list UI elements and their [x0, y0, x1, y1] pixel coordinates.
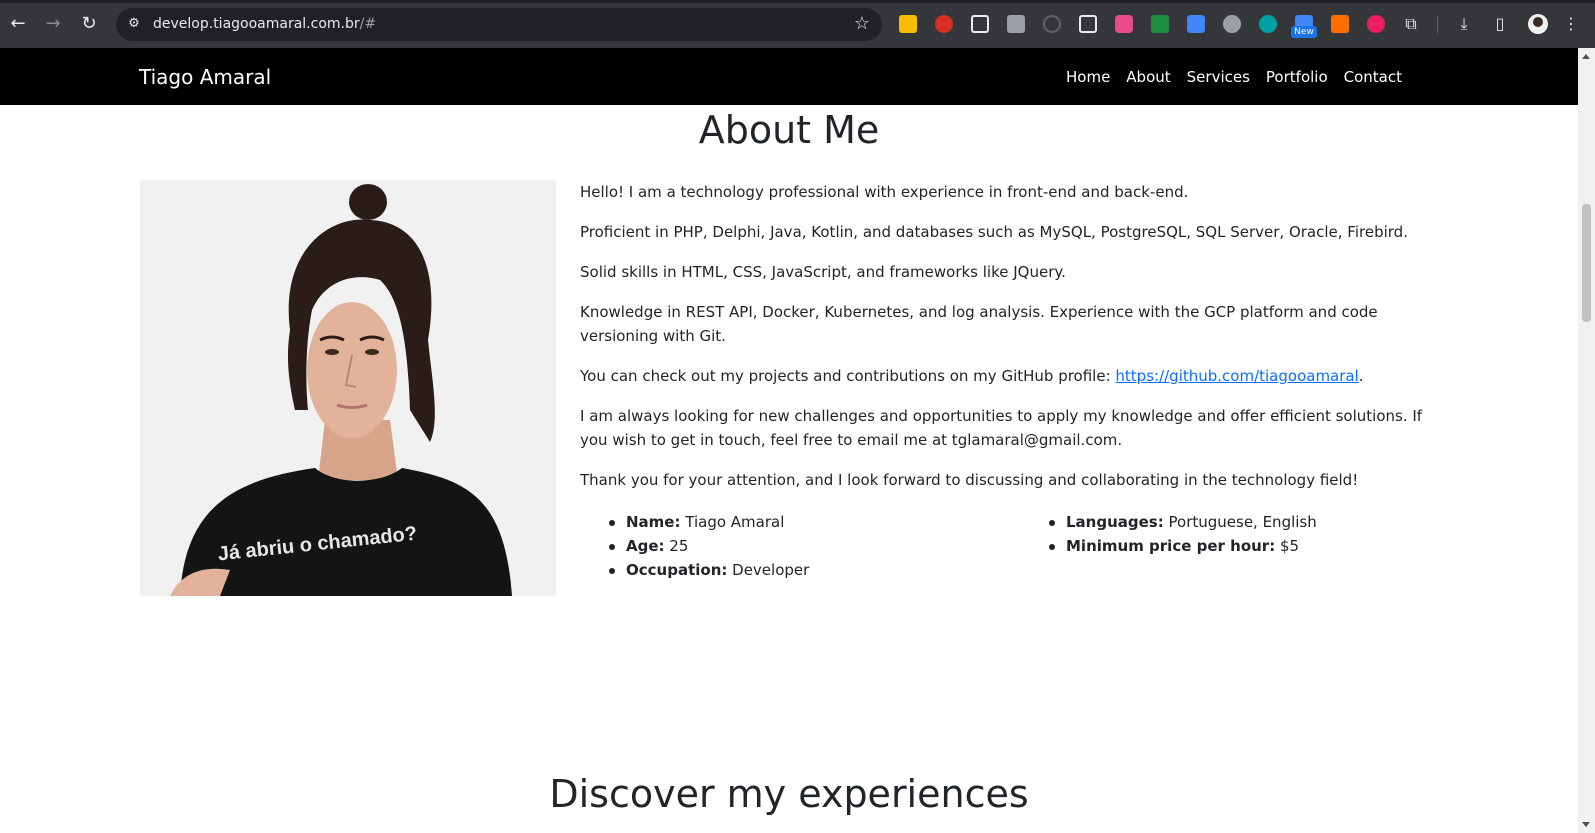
- info-value: Developer: [727, 561, 810, 579]
- list-item: Occupation: Developer: [580, 558, 809, 582]
- url-host: develop.tiagooamaral.com.br: [153, 16, 360, 32]
- site-settings-icon[interactable]: ⚙: [126, 16, 142, 32]
- brand-logo[interactable]: Tiago Amaral: [139, 65, 271, 89]
- extension-orange-icon[interactable]: [1331, 15, 1349, 33]
- extension-refresh-icon[interactable]: [1043, 15, 1061, 33]
- tab-strip-edge: [0, 0, 1595, 3]
- info-label: Occupation:: [626, 561, 728, 579]
- about-paragraph: Hello! I am a technology professional wi…: [580, 183, 1189, 201]
- nav-contact[interactable]: Contact: [1344, 68, 1402, 86]
- about-paragraph: You can check out my projects and contri…: [580, 364, 1435, 388]
- about-paragraph: Solid skills in HTML, CSS, JavaScript, a…: [580, 263, 1066, 281]
- github-prefix: You can check out my projects and contri…: [580, 367, 1116, 385]
- github-suffix: .: [1358, 367, 1364, 385]
- extension-pink-icon[interactable]: [1367, 15, 1385, 33]
- github-link[interactable]: https://github.com/tiagooamaral: [1115, 367, 1358, 385]
- experience-title: Discover my experiences: [549, 772, 1029, 816]
- info-label: Name:: [626, 513, 681, 531]
- site-navbar: Tiago Amaral Home About Services Portfol…: [0, 48, 1578, 105]
- list-item: Name: Tiago Amaral: [580, 510, 809, 534]
- profile-photo: Já abriu o chamado?: [140, 180, 556, 596]
- info-label: Minimum price per hour:: [1066, 537, 1276, 555]
- main-menu: Home About Services Portfolio Contact: [1050, 68, 1402, 86]
- about-paragraph: Proficient in PHP, Delphi, Java, Kotlin,…: [580, 223, 1408, 241]
- extension-gear-icon[interactable]: [1223, 15, 1241, 33]
- star-icon[interactable]: ☆: [854, 14, 870, 34]
- kebab-menu-icon[interactable]: ⋮: [1560, 13, 1582, 35]
- list-item: Age: 25: [580, 534, 809, 558]
- info-value: Portuguese, English: [1163, 513, 1317, 531]
- about-paragraph: Knowledge in REST API, Docker, Kubernete…: [580, 303, 1378, 345]
- extension-hand-icon[interactable]: [935, 15, 953, 33]
- forward-arrow-icon[interactable]: →: [41, 12, 65, 36]
- extension-react-icon[interactable]: [1259, 15, 1277, 33]
- nav-portfolio[interactable]: Portfolio: [1266, 68, 1328, 86]
- url-text[interactable]: develop.tiagooamaral.com.br/#: [153, 16, 376, 32]
- toolbar-divider: [1437, 16, 1438, 33]
- extension-window-icon[interactable]: [971, 15, 989, 33]
- about-paragraph: I am always looking for new challenges a…: [580, 407, 1423, 449]
- new-badge: New: [1291, 26, 1317, 38]
- about-text: Hello! I am a technology professional wi…: [580, 180, 1435, 508]
- list-item: Languages: Portuguese, English: [1020, 510, 1317, 534]
- scroll-up-icon[interactable]: [1582, 54, 1590, 59]
- download-icon[interactable]: ⤓: [1453, 13, 1475, 35]
- url-path: /#: [359, 16, 377, 32]
- extension-image-icon[interactable]: [1079, 15, 1097, 33]
- list-item: Minimum price per hour: $5: [1020, 534, 1317, 558]
- extension-video-icon[interactable]: [1115, 15, 1133, 33]
- scroll-thumb[interactable]: [1582, 204, 1591, 322]
- about-paragraph: Thank you for your attention, and I look…: [580, 471, 1359, 489]
- address-bar[interactable]: ⚙ develop.tiagooamaral.com.br/# ☆: [116, 8, 882, 41]
- info-value: $5: [1275, 537, 1300, 555]
- info-list-right: Languages: Portuguese, English Minimum p…: [1020, 510, 1317, 558]
- page-scrollbar[interactable]: [1578, 48, 1595, 833]
- nav-services[interactable]: Services: [1187, 68, 1250, 86]
- back-arrow-icon[interactable]: ←: [6, 12, 30, 36]
- info-list-left: Name: Tiago Amaral Age: 25 Occupation: D…: [580, 510, 809, 582]
- about-title: About Me: [698, 108, 880, 152]
- side-panel-icon[interactable]: ▯: [1489, 13, 1511, 35]
- profile-avatar[interactable]: [1528, 14, 1548, 34]
- nav-about[interactable]: About: [1126, 68, 1170, 86]
- reload-icon[interactable]: ↻: [77, 12, 101, 36]
- nav-home[interactable]: Home: [1066, 68, 1110, 86]
- extension-printer-icon[interactable]: [1007, 15, 1025, 33]
- info-label: Languages:: [1066, 513, 1164, 531]
- scroll-down-icon[interactable]: [1582, 822, 1590, 827]
- extension-translate-icon[interactable]: [1187, 15, 1205, 33]
- info-value: Tiago Amaral: [680, 513, 785, 531]
- extension-keep-icon[interactable]: [899, 15, 917, 33]
- extension-s-icon[interactable]: [1151, 15, 1169, 33]
- info-value: 25: [664, 537, 689, 555]
- info-label: Age:: [626, 537, 665, 555]
- puzzle-icon[interactable]: ⧉: [1400, 13, 1422, 35]
- browser-toolbar: ← → ↻ ⚙ develop.tiagooamaral.com.br/# ☆ …: [0, 0, 1595, 48]
